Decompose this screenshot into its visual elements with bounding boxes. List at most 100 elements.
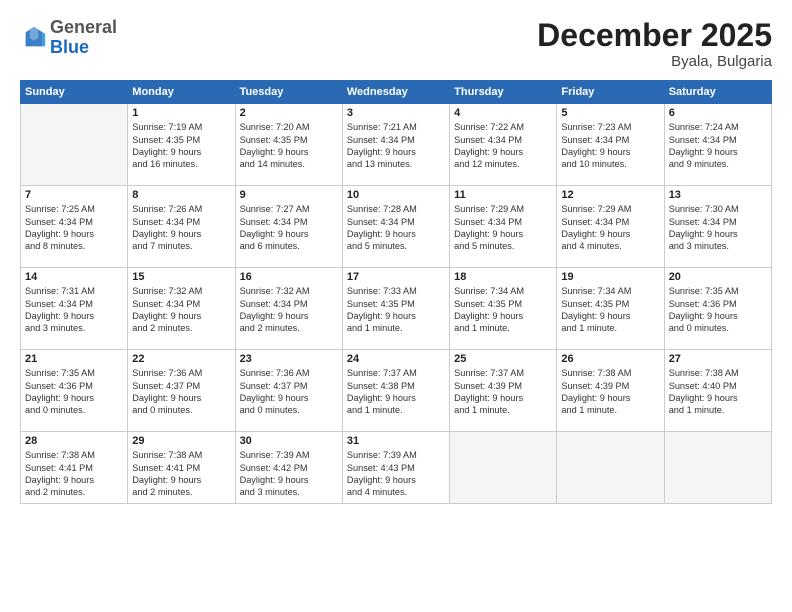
day-info: Sunrise: 7:36 AMSunset: 4:37 PMDaylight:… [240, 367, 338, 417]
table-row: 10 Sunrise: 7:28 AMSunset: 4:34 PMDayligh… [342, 186, 449, 268]
table-row: 31 Sunrise: 7:39 AMSunset: 4:43 PMDayligh… [342, 432, 449, 504]
logo-blue: Blue [50, 37, 89, 57]
table-row: 23 Sunrise: 7:36 AMSunset: 4:37 PMDayligh… [235, 350, 342, 432]
day-number: 2 [240, 107, 338, 119]
table-row: 25 Sunrise: 7:37 AMSunset: 4:39 PMDayligh… [450, 350, 557, 432]
table-row: 7 Sunrise: 7:25 AMSunset: 4:34 PMDaylight… [21, 186, 128, 268]
day-info: Sunrise: 7:27 AMSunset: 4:34 PMDaylight:… [240, 203, 338, 253]
day-info: Sunrise: 7:22 AMSunset: 4:34 PMDaylight:… [454, 121, 552, 171]
table-row: 22 Sunrise: 7:36 AMSunset: 4:37 PMDayligh… [128, 350, 235, 432]
day-number: 24 [347, 353, 445, 365]
col-monday: Monday [128, 81, 235, 104]
table-row: 28Sunrise: 7:38 AMSunset: 4:41 PMDayligh… [21, 432, 128, 504]
table-row: 26 Sunrise: 7:38 AMSunset: 4:39 PMDayligh… [557, 350, 664, 432]
table-row [21, 104, 128, 186]
table-row: 16Sunrise: 7:32 AMSunset: 4:34 PMDayligh… [235, 268, 342, 350]
day-number: 13 [669, 189, 767, 201]
day-number: 19 [561, 271, 659, 283]
day-number: 11 [454, 189, 552, 201]
table-row [557, 432, 664, 504]
table-row: 5 Sunrise: 7:23 AMSunset: 4:34 PMDaylight… [557, 104, 664, 186]
table-row: 17Sunrise: 7:33 AMSunset: 4:35 PMDayligh… [342, 268, 449, 350]
day-info: Sunrise: 7:19 AMSunset: 4:35 PMDaylight:… [132, 121, 230, 171]
day-info: Sunrise: 7:36 AMSunset: 4:37 PMDaylight:… [132, 367, 230, 417]
day-info: Sunrise: 7:30 AMSunset: 4:34 PMDaylight:… [669, 203, 767, 253]
day-info: Sunrise: 7:35 AMSunset: 4:36 PMDaylight:… [25, 367, 123, 417]
table-row: 24 Sunrise: 7:37 AMSunset: 4:38 PMDayligh… [342, 350, 449, 432]
logo-general: General [50, 17, 117, 37]
table-row: 6 Sunrise: 7:24 AMSunset: 4:34 PMDaylight… [664, 104, 771, 186]
day-number: 3 [347, 107, 445, 119]
table-row: 4 Sunrise: 7:22 AMSunset: 4:34 PMDaylight… [450, 104, 557, 186]
table-row [450, 432, 557, 504]
day-info: Sunrise: 7:35 AMSunset: 4:36 PMDaylight:… [669, 285, 767, 335]
day-number: 15 [132, 271, 230, 283]
day-number: 12 [561, 189, 659, 201]
day-info: Sunrise: 7:31 AMSunset: 4:34 PMDaylight:… [25, 285, 123, 335]
table-row: 1 Sunrise: 7:19 AMSunset: 4:35 PMDaylight… [128, 104, 235, 186]
day-number: 5 [561, 107, 659, 119]
day-info: Sunrise: 7:29 AMSunset: 4:34 PMDaylight:… [561, 203, 659, 253]
logo: General Blue [20, 18, 117, 58]
day-number: 1 [132, 107, 230, 119]
location: Byala, Bulgaria [537, 53, 772, 70]
col-wednesday: Wednesday [342, 81, 449, 104]
day-number: 30 [240, 435, 338, 447]
table-row: 27Sunrise: 7:38 AMSunset: 4:40 PMDayligh… [664, 350, 771, 432]
month-title: December 2025 [537, 18, 772, 53]
day-info: Sunrise: 7:24 AMSunset: 4:34 PMDaylight:… [669, 121, 767, 171]
col-thursday: Thursday [450, 81, 557, 104]
table-row [664, 432, 771, 504]
day-info: Sunrise: 7:28 AMSunset: 4:34 PMDaylight:… [347, 203, 445, 253]
day-number: 31 [347, 435, 445, 447]
day-info: Sunrise: 7:29 AMSunset: 4:34 PMDaylight:… [454, 203, 552, 253]
day-info: Sunrise: 7:37 AMSunset: 4:39 PMDaylight:… [454, 367, 552, 417]
day-number: 25 [454, 353, 552, 365]
day-number: 6 [669, 107, 767, 119]
day-number: 23 [240, 353, 338, 365]
day-info: Sunrise: 7:38 AMSunset: 4:40 PMDaylight:… [669, 367, 767, 417]
day-number: 28 [25, 435, 123, 447]
table-row: 18Sunrise: 7:34 AMSunset: 4:35 PMDayligh… [450, 268, 557, 350]
day-number: 21 [25, 353, 123, 365]
day-number: 7 [25, 189, 123, 201]
day-number: 8 [132, 189, 230, 201]
page: General Blue December 2025 Byala, Bulgar… [0, 0, 792, 612]
col-friday: Friday [557, 81, 664, 104]
logo-text: General Blue [50, 18, 117, 58]
day-info: Sunrise: 7:39 AMSunset: 4:43 PMDaylight:… [347, 449, 445, 499]
table-row: 29 Sunrise: 7:38 AMSunset: 4:41 PMDayligh… [128, 432, 235, 504]
table-row: 9Sunrise: 7:27 AMSunset: 4:34 PMDaylight… [235, 186, 342, 268]
table-row: 19 Sunrise: 7:34 AMSunset: 4:35 PMDayligh… [557, 268, 664, 350]
day-info: Sunrise: 7:38 AMSunset: 4:41 PMDaylight:… [132, 449, 230, 499]
col-sunday: Sunday [21, 81, 128, 104]
header: General Blue December 2025 Byala, Bulgar… [20, 18, 772, 70]
calendar-header-row: Sunday Monday Tuesday Wednesday Thursday… [21, 81, 772, 104]
day-info: Sunrise: 7:34 AMSunset: 4:35 PMDaylight:… [561, 285, 659, 335]
calendar-table: Sunday Monday Tuesday Wednesday Thursday… [20, 80, 772, 504]
day-info: Sunrise: 7:32 AMSunset: 4:34 PMDaylight:… [132, 285, 230, 335]
title-block: December 2025 Byala, Bulgaria [537, 18, 772, 70]
day-number: 14 [25, 271, 123, 283]
day-number: 20 [669, 271, 767, 283]
day-info: Sunrise: 7:23 AMSunset: 4:34 PMDaylight:… [561, 121, 659, 171]
day-info: Sunrise: 7:38 AMSunset: 4:39 PMDaylight:… [561, 367, 659, 417]
day-info: Sunrise: 7:25 AMSunset: 4:34 PMDaylight:… [25, 203, 123, 253]
day-number: 10 [347, 189, 445, 201]
day-info: Sunrise: 7:21 AMSunset: 4:34 PMDaylight:… [347, 121, 445, 171]
table-row: 3 Sunrise: 7:21 AMSunset: 4:34 PMDaylight… [342, 104, 449, 186]
col-saturday: Saturday [664, 81, 771, 104]
day-number: 29 [132, 435, 230, 447]
table-row: 12 Sunrise: 7:29 AMSunset: 4:34 PMDayligh… [557, 186, 664, 268]
table-row: 15 Sunrise: 7:32 AMSunset: 4:34 PMDayligh… [128, 268, 235, 350]
day-info: Sunrise: 7:32 AMSunset: 4:34 PMDaylight:… [240, 285, 338, 335]
day-info: Sunrise: 7:39 AMSunset: 4:42 PMDaylight:… [240, 449, 338, 499]
table-row: 13 Sunrise: 7:30 AMSunset: 4:34 PMDayligh… [664, 186, 771, 268]
logo-icon [20, 24, 48, 52]
day-number: 26 [561, 353, 659, 365]
day-number: 22 [132, 353, 230, 365]
day-number: 17 [347, 271, 445, 283]
day-info: Sunrise: 7:37 AMSunset: 4:38 PMDaylight:… [347, 367, 445, 417]
day-number: 4 [454, 107, 552, 119]
table-row: 30 Sunrise: 7:39 AMSunset: 4:42 PMDayligh… [235, 432, 342, 504]
